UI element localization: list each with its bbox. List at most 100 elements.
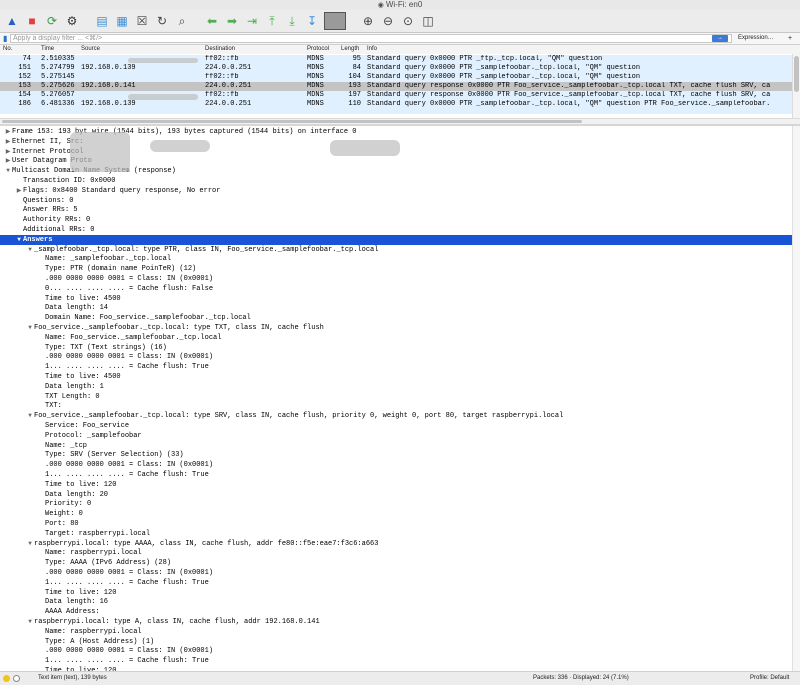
packet-row[interactable]: 154 5.276057 ff02::fb MDNS 197 Standard query…: [0, 91, 792, 100]
detail-tree-row[interactable]: .000 0000 0000 0001 = Class: IN (0x0001): [0, 646, 792, 656]
scrollbar-thumb[interactable]: [794, 56, 799, 92]
detail-tree-row[interactable]: Type: TXT (Text strings) (16): [0, 343, 792, 353]
go-to-packet-icon[interactable]: ⇥: [244, 13, 260, 29]
detail-tree-row[interactable]: Name: Foo_service._samplefoobar._tcp.loc…: [0, 333, 792, 343]
detail-tree-row[interactable]: Answer RRs: 5: [0, 205, 792, 215]
detail-tree-row[interactable]: Additional RRs: 0: [0, 225, 792, 235]
zoom-out-icon[interactable]: ⊖: [380, 13, 396, 29]
packet-row[interactable]: 152 5.275145 ff02::fb MDNS 104 Standard query…: [0, 73, 792, 82]
go-forward-icon[interactable]: ➡: [224, 13, 240, 29]
detail-tree-row[interactable]: Type: AAAA (IPv6 Address) (28): [0, 558, 792, 568]
bookmark-icon[interactable]: ▮: [3, 34, 7, 43]
packet-list-vertical-scrollbar[interactable]: [792, 54, 800, 118]
details-vertical-scrollbar[interactable]: [792, 126, 800, 671]
detail-tree-row[interactable]: Name: _samplefoobar._tcp.local: [0, 254, 792, 264]
detail-tree-row[interactable]: ▼ Foo_service._samplefoobar._tcp.local: t…: [0, 323, 792, 333]
detail-tree-row[interactable]: Time to live: 120: [0, 480, 792, 490]
column-header-protocol[interactable]: Protocol: [307, 45, 329, 54]
resize-columns-icon[interactable]: ◫: [420, 13, 436, 29]
detail-tree-row[interactable]: ▼ _samplefoobar._tcp.local: type PTR, cla…: [0, 245, 792, 255]
detail-tree-row[interactable]: 1... .... .... .... = Cache flush: True: [0, 470, 792, 480]
detail-tree-row[interactable]: ▼ Answers: [0, 234, 792, 245]
detail-tree-row[interactable]: Weight: 0: [0, 509, 792, 519]
expanded-triangle-icon[interactable]: ▼: [15, 235, 23, 245]
auto-scroll-icon[interactable]: ↧: [304, 13, 320, 29]
detail-tree-row[interactable]: 1... .... .... .... = Cache flush: True: [0, 656, 792, 666]
capture-options-icon[interactable]: ⚙: [64, 13, 80, 29]
collapsed-triangle-icon[interactable]: ▶: [4, 127, 12, 137]
collapsed-triangle-icon[interactable]: ▶: [15, 186, 23, 196]
expanded-triangle-icon[interactable]: ▼: [26, 539, 34, 549]
detail-tree-row[interactable]: Name: raspberrypi.local: [0, 548, 792, 558]
close-file-icon[interactable]: ☒: [134, 13, 150, 29]
detail-tree-row[interactable]: .000 0000 0000 0001 = Class: IN (0x0001): [0, 460, 792, 470]
find-packet-icon[interactable]: ⌕: [174, 13, 190, 29]
detail-tree-row[interactable]: Data length: 16: [0, 597, 792, 607]
display-filter-input[interactable]: [10, 34, 732, 43]
detail-tree-row[interactable]: AAAA Address:: [0, 607, 792, 617]
colorize-icon[interactable]: ▩: [324, 12, 346, 30]
apply-filter-button[interactable]: →: [712, 35, 728, 42]
detail-tree-row[interactable]: Type: A (Host Address) (1): [0, 637, 792, 647]
detail-tree-row[interactable]: TXT Length: 0: [0, 392, 792, 402]
expanded-triangle-icon[interactable]: ▼: [26, 245, 34, 255]
detail-tree-row[interactable]: Questions: 0: [0, 196, 792, 206]
expanded-triangle-icon[interactable]: ▼: [26, 323, 34, 333]
status-profile[interactable]: Profile: Default: [750, 672, 789, 685]
detail-tree-row[interactable]: Authority RRs: 0: [0, 215, 792, 225]
detail-tree-row[interactable]: Data length: 20: [0, 490, 792, 500]
detail-tree-row[interactable]: Transaction ID: 0x0000: [0, 176, 792, 186]
zoom-normal-icon[interactable]: ⊙: [400, 13, 416, 29]
column-header-time[interactable]: Time: [41, 45, 54, 54]
detail-tree-row[interactable]: 1... .... .... .... = Cache flush: True: [0, 578, 792, 588]
expression-button[interactable]: Expression…: [738, 34, 774, 43]
detail-tree-row[interactable]: Service: Foo_service: [0, 421, 792, 431]
restart-capture-icon[interactable]: ⟳: [44, 13, 60, 29]
packet-row[interactable]: 153 5.275626 192.168.0.141 224.0.0.251 MDNS 1…: [0, 82, 792, 91]
packet-row[interactable]: 151 5.274799 192.168.0.139 224.0.0.251 MDNS 8…: [0, 64, 792, 73]
detail-tree-row[interactable]: Time to live: 120: [0, 588, 792, 598]
column-header-destination[interactable]: Destination: [205, 45, 235, 54]
detail-tree-row[interactable]: Target: raspberrypi.local: [0, 529, 792, 539]
detail-tree-row[interactable]: Domain Name: Foo_service._samplefoobar._…: [0, 313, 792, 323]
expert-info-icon[interactable]: [3, 675, 10, 682]
expanded-triangle-icon[interactable]: ▼: [4, 166, 12, 176]
column-header-length[interactable]: Length: [341, 45, 359, 54]
column-header-info[interactable]: Info: [367, 45, 377, 54]
collapsed-triangle-icon[interactable]: ▶: [4, 137, 12, 147]
detail-tree-row[interactable]: Name: _tcp: [0, 441, 792, 451]
detail-tree-row[interactable]: Type: SRV (Server Selection) (33): [0, 450, 792, 460]
column-header-source[interactable]: Source: [81, 45, 100, 54]
go-back-icon[interactable]: ⬅: [204, 13, 220, 29]
detail-tree-row[interactable]: Data length: 14: [0, 303, 792, 313]
add-filter-button[interactable]: +: [788, 34, 792, 43]
last-packet-icon[interactable]: ⤓: [284, 13, 300, 29]
packet-row[interactable]: 74 2.510335 ff02::fb MDNS 95 Standard query 0…: [0, 55, 792, 64]
save-file-icon[interactable]: ▦: [114, 13, 130, 29]
detail-tree-row[interactable]: .000 0000 0000 0001 = Class: IN (0x0001): [0, 568, 792, 578]
detail-tree-row[interactable]: ▶ Flags: 0x8400 Standard query response, …: [0, 186, 792, 196]
zoom-in-icon[interactable]: ⊕: [360, 13, 376, 29]
expanded-triangle-icon[interactable]: ▼: [26, 617, 34, 627]
collapsed-triangle-icon[interactable]: ▶: [4, 156, 12, 166]
collapsed-triangle-icon[interactable]: ▶: [4, 147, 12, 157]
detail-tree-row[interactable]: Data length: 1: [0, 382, 792, 392]
detail-tree-row[interactable]: 1... .... .... .... = Cache flush: True: [0, 362, 792, 372]
detail-tree-row[interactable]: Name: raspberrypi.local: [0, 627, 792, 637]
packet-row[interactable]: 186 6.481336 192.168.0.139 224.0.0.251 MDNS 1…: [0, 100, 792, 109]
detail-tree-row[interactable]: Time to live: 4500: [0, 294, 792, 304]
capture-comment-icon[interactable]: [13, 675, 20, 682]
detail-tree-row[interactable]: Protocol: _samplefoobar: [0, 431, 792, 441]
detail-tree-row[interactable]: 0... .... .... .... = Cache flush: False: [0, 284, 792, 294]
detail-tree-row[interactable]: Priority: 0: [0, 499, 792, 509]
detail-tree-row[interactable]: ▼ raspberrypi.local: type AAAA, class IN,…: [0, 539, 792, 549]
stop-capture-icon[interactable]: ■: [24, 13, 40, 29]
scrollbar-thumb[interactable]: [2, 120, 582, 123]
first-packet-icon[interactable]: ⤒: [264, 13, 280, 29]
detail-tree-row[interactable]: Time to live: 4500: [0, 372, 792, 382]
detail-tree-row[interactable]: .000 0000 0000 0001 = Class: IN (0x0001): [0, 352, 792, 362]
detail-tree-row[interactable]: TXT:: [0, 401, 792, 411]
detail-tree-row[interactable]: Port: 80: [0, 519, 792, 529]
open-file-icon[interactable]: ▤: [94, 13, 110, 29]
packet-row-partial[interactable]: [0, 109, 792, 114]
